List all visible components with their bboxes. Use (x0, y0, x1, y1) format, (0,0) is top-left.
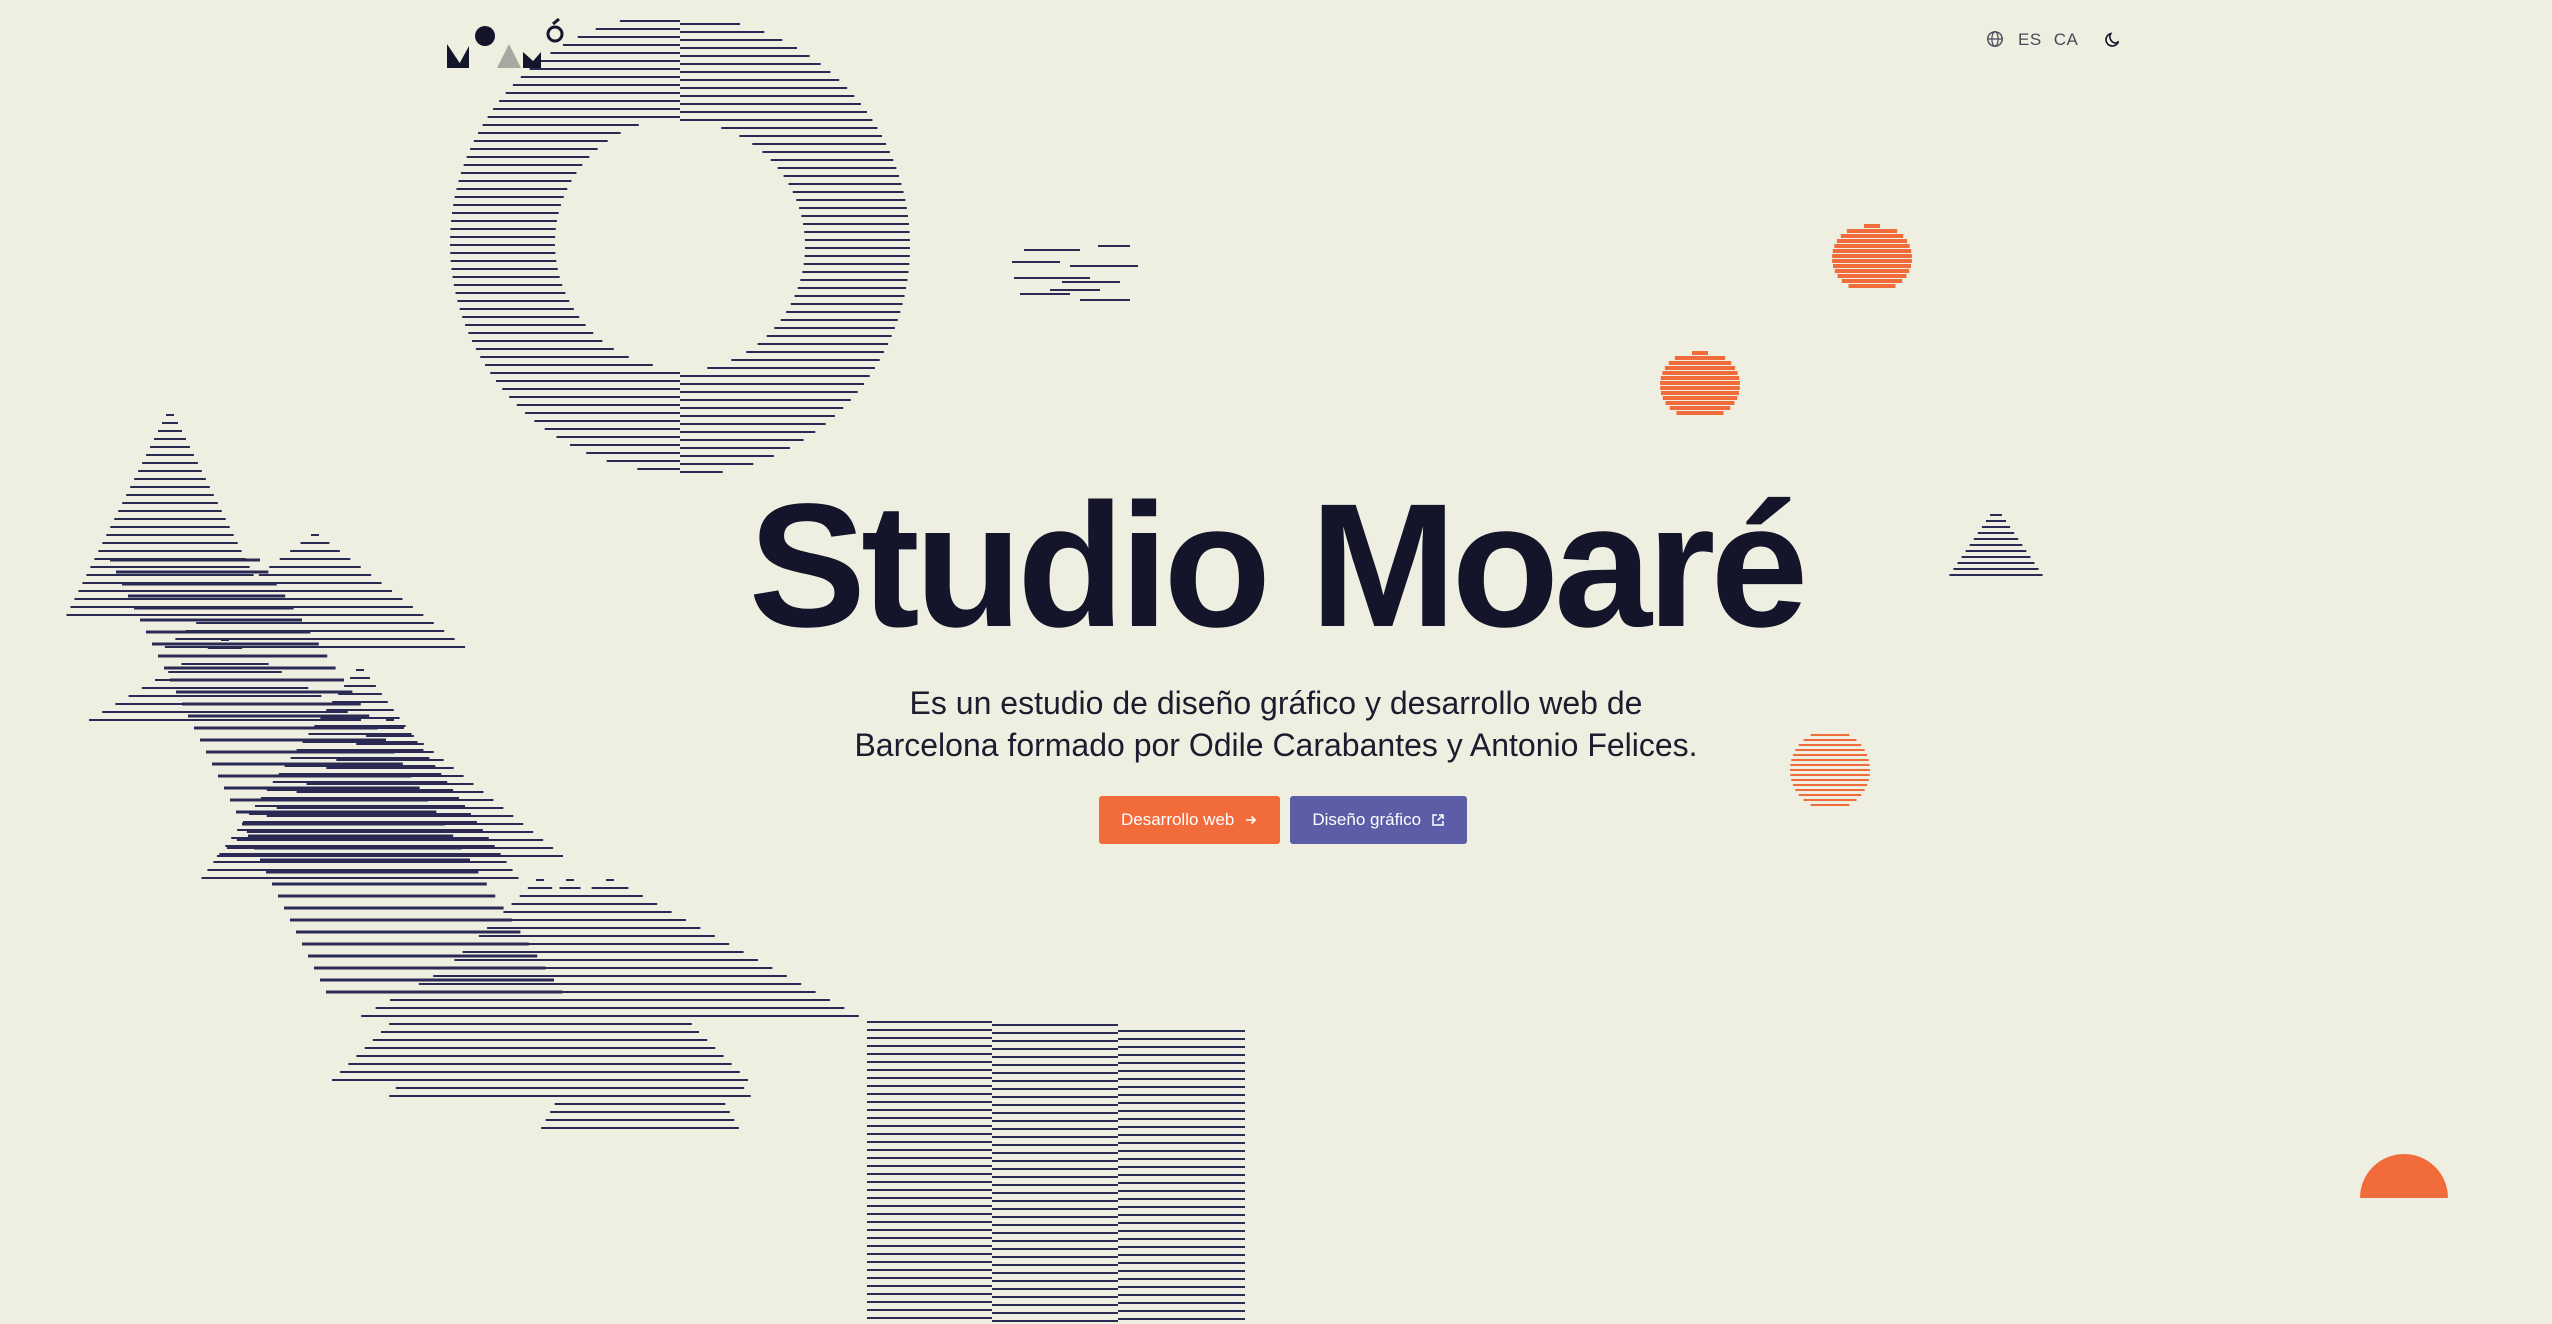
logo-mark-icon (447, 17, 564, 68)
header-controls: ES CA (1986, 30, 2124, 50)
globe-icon[interactable] (1986, 30, 2006, 50)
external-link-icon (1432, 814, 1444, 826)
hero-description: Es un estudio de diseño gráfico y desarr… (826, 682, 1726, 766)
language-ca-link[interactable]: CA (2054, 30, 2079, 50)
striped-rectangles-shape (867, 1021, 1245, 1322)
hero-section: Studio Moaré Es un estudio de diseño grá… (0, 478, 2552, 844)
arrow-right-icon (1246, 815, 1257, 825)
web-development-button[interactable]: Desarrollo web (1098, 796, 1281, 844)
web-development-button-label: Desarrollo web (1120, 810, 1235, 829)
page-title: Studio Moaré (748, 468, 1809, 664)
moon-icon[interactable] (2104, 30, 2124, 50)
studio-moare-logo[interactable] (447, 17, 567, 70)
hero-description-line-1: Es un estudio de diseño gráfico y desarr… (909, 685, 1643, 721)
hero-buttons: Desarrollo web Diseño gráfico (0, 796, 2552, 844)
striped-ring-shape (450, 20, 910, 473)
hero-description-line-2: Barcelona formado por Odile Carabantes y… (854, 727, 1698, 763)
language-es-link[interactable]: ES (2018, 30, 2042, 50)
striped-small-cluster-shape (1012, 245, 1138, 301)
graphic-design-button-label: Diseño gráfico (1312, 810, 1422, 829)
graphic-design-button[interactable]: Diseño gráfico (1290, 796, 1468, 844)
